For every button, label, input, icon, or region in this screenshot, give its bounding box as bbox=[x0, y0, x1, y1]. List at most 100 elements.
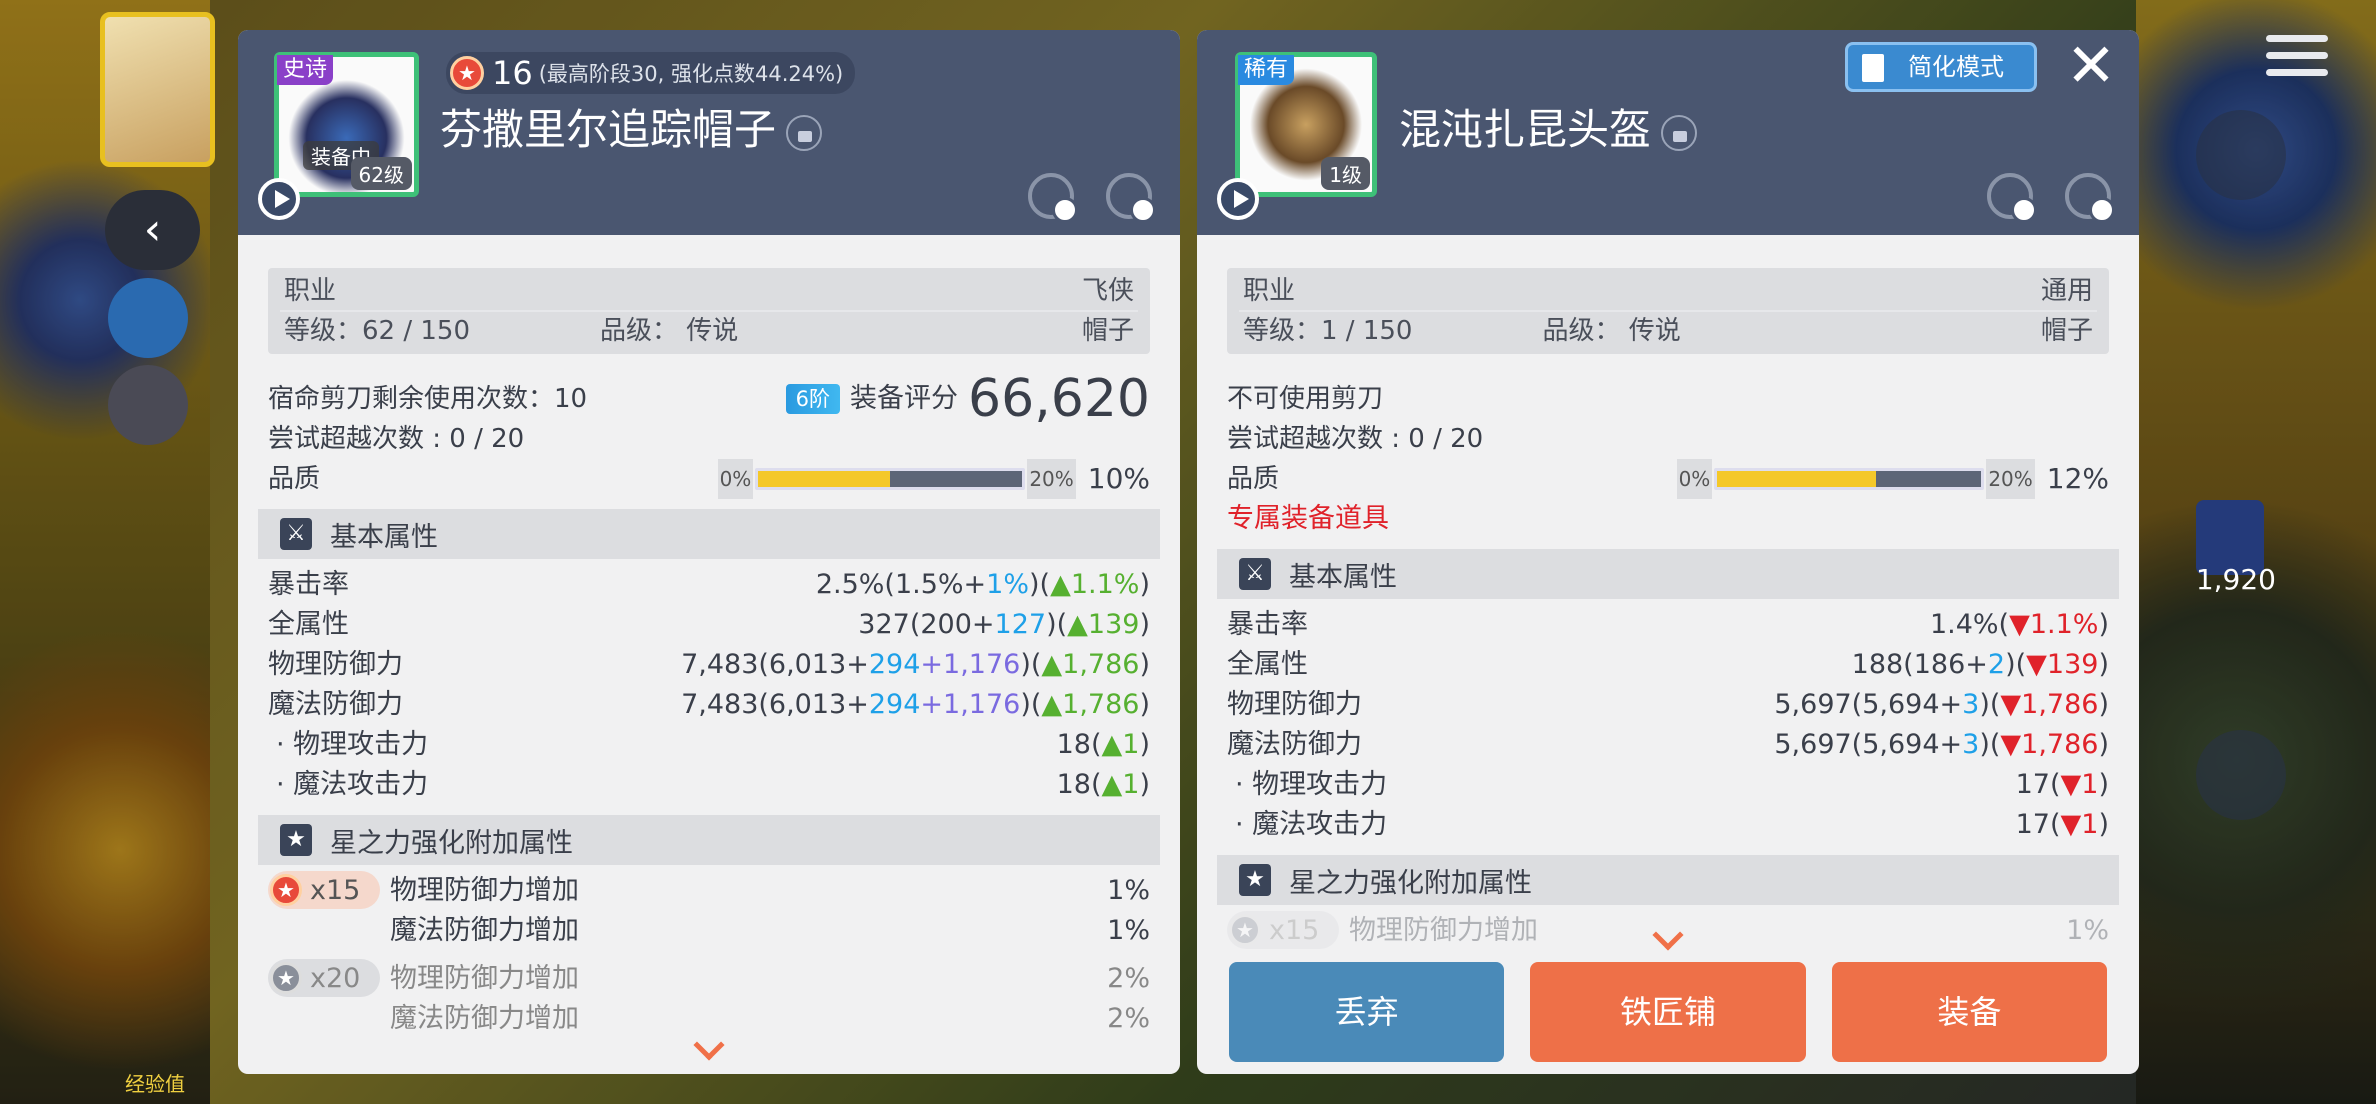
attr-sep: )( bbox=[1020, 689, 1042, 720]
gear-disabled-icon[interactable] bbox=[2065, 173, 2115, 223]
sword-icon: ⚔ bbox=[1239, 558, 1271, 590]
attr-diff: ▼1 bbox=[2060, 809, 2099, 840]
section-title: 基本属性 bbox=[1289, 561, 1397, 593]
attr-bonus-a: 3 bbox=[1962, 689, 1980, 720]
stat-row: 物理防御力 5,697(5,694+3)(▼1,786) bbox=[1227, 685, 2109, 725]
attr-sep: )( bbox=[1046, 609, 1068, 640]
equip-button[interactable]: 装备 bbox=[1831, 962, 2107, 1062]
attr-name: 魔法防御力 bbox=[268, 689, 403, 720]
basic-attrs-list: 暴击率 1.4%(▼1.1%) 全属性 188(186+2)(▼139) 物理防御力 5,… bbox=[1227, 605, 2109, 845]
star-tier-label: x15 bbox=[1269, 914, 1320, 946]
map-pin-icon[interactable] bbox=[2196, 110, 2286, 200]
quality-min: 0% bbox=[717, 459, 754, 499]
quality-label: 品质 bbox=[1227, 464, 1280, 494]
star-attr-lines: 物理防御力增加 2% 魔法防御力增加 2% bbox=[390, 959, 1150, 1039]
star-force-info: ★ 16 (最高阶段30, 强化点数44.24%) bbox=[446, 52, 856, 94]
quality-value: 10% bbox=[1087, 462, 1150, 495]
stat-row: · 魔法攻击力 17(▼1) bbox=[1227, 805, 2109, 845]
attr-end: ) bbox=[2098, 689, 2109, 720]
attr-bonus-b: +1,176 bbox=[920, 689, 1021, 720]
simple-mode-button[interactable]: 简化模式 bbox=[1845, 42, 2037, 92]
stat-row: 全属性 188(186+2)(▼139) bbox=[1227, 645, 2109, 685]
compare-scale-icon[interactable] bbox=[1028, 173, 1078, 223]
score-value: 66,620 bbox=[968, 369, 1150, 429]
attr-base: 327(200+ bbox=[858, 609, 995, 640]
blacksmith-button[interactable]: 铁匠铺 bbox=[1530, 962, 1806, 1062]
tier-badge: 6阶 bbox=[785, 384, 841, 414]
attr-name: · 魔法攻击力 bbox=[276, 769, 429, 800]
play-icon[interactable] bbox=[1217, 178, 1259, 220]
attr-base: 7,483(6,013+ bbox=[681, 649, 869, 680]
attr-name: · 魔法攻击力 bbox=[1235, 809, 1388, 840]
discard-button[interactable]: 丢弃 bbox=[1229, 962, 1505, 1062]
attr-end: ) bbox=[2098, 609, 2109, 640]
equip-score: 6阶 装备评分 66,620 bbox=[785, 369, 1150, 429]
attr-bonus-b: +1,176 bbox=[920, 649, 1021, 680]
section-title: 星之力强化附加属性 bbox=[330, 827, 573, 859]
attr-diff: ▲139 bbox=[1067, 609, 1140, 640]
attr-end: ) bbox=[2098, 809, 2109, 840]
attr-diff: ▲1 bbox=[1101, 729, 1140, 760]
attr-value: 1% bbox=[2066, 915, 2109, 946]
lock-icon[interactable] bbox=[1661, 114, 1698, 151]
attr-base: 17( bbox=[2015, 809, 2061, 840]
compare-scale-icon[interactable] bbox=[1987, 173, 2037, 223]
attr-diff: ▲1 bbox=[1101, 769, 1140, 800]
stat-row: · 魔法攻击力 18(▲1) bbox=[268, 765, 1150, 805]
star-icon: ★ bbox=[270, 962, 302, 994]
close-icon[interactable]: ✕ bbox=[2061, 36, 2121, 96]
attr-base: 18( bbox=[1056, 729, 1102, 760]
quality-bar: 0% 20% 12% bbox=[1676, 459, 2109, 499]
item-level: 62级 bbox=[350, 157, 412, 190]
stat-row: 物理防御力 7,483(6,013+294+1,176)(▲1,786) bbox=[268, 645, 1150, 685]
attr-value: 18(▲1) bbox=[1057, 765, 1150, 805]
attr-sep: )( bbox=[1029, 569, 1051, 600]
play-icon[interactable] bbox=[258, 178, 300, 220]
level-label: 等级：62 / 150 bbox=[284, 316, 470, 346]
attr-end: ) bbox=[2098, 769, 2109, 800]
attr-end: ) bbox=[1139, 649, 1150, 680]
handshake-icon[interactable] bbox=[108, 365, 188, 445]
attr-value: 5,697(5,694+3)(▼1,786) bbox=[1774, 725, 2109, 765]
attr-name: 物理防御力增加 bbox=[390, 875, 579, 906]
star-attr-group: ★ x15 物理防御力增加 1% 魔法防御力增加 1% bbox=[268, 871, 1150, 951]
attr-bonus-a: 2 bbox=[1987, 649, 2006, 680]
star-section-icon: ★ bbox=[1239, 864, 1271, 896]
attr-value: 2.5%(1.5%+1%)(▲1.1%) bbox=[816, 565, 1150, 605]
attr-name: 物理防御力增加 bbox=[390, 963, 579, 994]
attr-value: 7,483(6,013+294+1,176)(▲1,786) bbox=[681, 645, 1150, 685]
attr-base: 5,697(5,694+ bbox=[1774, 689, 1963, 720]
action-buttons: 丢弃 铁匠铺 装备 bbox=[1229, 962, 2107, 1062]
menu-icon[interactable] bbox=[2266, 35, 2328, 81]
attr-name: 魔法防御力 bbox=[1227, 729, 1362, 760]
lock-icon[interactable] bbox=[786, 114, 823, 151]
attr-sep: )( bbox=[2005, 649, 2027, 680]
grade-label: 品级： 传说 bbox=[1542, 316, 1681, 346]
attr-base: 5,697(5,694+ bbox=[1774, 729, 1963, 760]
attr-value: 1% bbox=[1107, 915, 1150, 946]
attr-value: 327(200+127)(▲139) bbox=[858, 605, 1150, 645]
star-attrs-header: ★ 星之力强化附加属性 bbox=[258, 815, 1160, 865]
quality-max: 20% bbox=[1027, 459, 1076, 499]
type-value: 帽子 bbox=[1081, 316, 1134, 346]
attr-diff: ▼139 bbox=[2026, 649, 2099, 680]
attr-value: 18(▲1) bbox=[1057, 725, 1150, 765]
attr-name: 全属性 bbox=[1227, 649, 1308, 680]
gear-disabled-icon[interactable] bbox=[1106, 173, 1156, 223]
attr-base: 17( bbox=[2015, 769, 2061, 800]
attr-value: 188(186+2)(▼139) bbox=[1852, 645, 2109, 685]
quality-bar: 0% 20% 10% bbox=[717, 459, 1150, 499]
character-portrait[interactable] bbox=[100, 12, 215, 167]
job-label: 职业 bbox=[1243, 276, 1296, 306]
job-value: 飞侠 bbox=[1081, 276, 1134, 306]
score-label: 装备评分 bbox=[850, 383, 959, 414]
compare-item-panel: 稀有 1级 混沌扎昆头盔 简化模式 ✕ 职业 通用 等级：1 / 150 品级： 传… bbox=[1197, 30, 2139, 1074]
star-attr-row: 物理防御力增加 2% bbox=[390, 959, 1150, 999]
refresh-icon[interactable] bbox=[2196, 730, 2286, 820]
scroll-icon[interactable] bbox=[108, 278, 188, 358]
back-arrow-icon[interactable]: ‹ bbox=[105, 190, 200, 270]
item-icon: 史诗 装备中 62级 bbox=[274, 52, 419, 197]
item-header: 史诗 装备中 62级 ★ 16 (最高阶段30, 强化点数44.24%) 芬撒里… bbox=[238, 30, 1180, 235]
star-attrs-header: ★ 星之力强化附加属性 bbox=[1217, 855, 2119, 905]
attr-diff: ▼1,786 bbox=[2000, 729, 2099, 760]
